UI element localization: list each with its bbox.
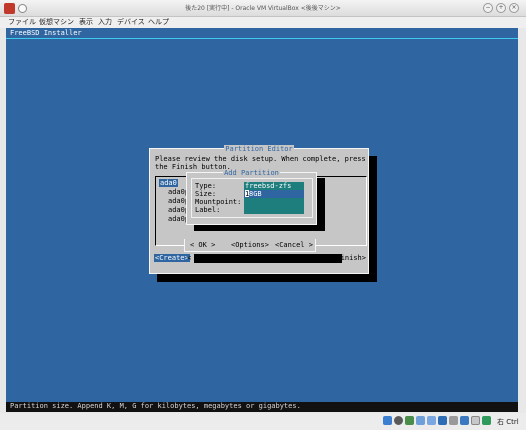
editor-title: Partition Editor	[224, 145, 294, 153]
host-key-indicator: 右 Ctrl	[497, 418, 519, 426]
add-partition-form: Type: freebsd-zfs Size: 18GB Mountpoint:…	[191, 178, 313, 218]
display-icon[interactable]	[449, 416, 458, 425]
next-button-bracket[interactable]: <	[187, 254, 191, 262]
hard-disk-icon[interactable]	[383, 416, 392, 425]
add-partition-title: Add Partition	[223, 169, 280, 177]
usb-icon[interactable]	[427, 416, 436, 425]
editor-button-row: <Create> < inish>	[154, 254, 366, 264]
installer-backtitle: FreeBSD Installer	[10, 29, 82, 37]
ok-button[interactable]: < OK >	[190, 241, 215, 249]
menu-bar: ファイル 仮想マシン 表示 入力 デバイス ヘルプ	[0, 17, 526, 28]
size-label: Size:	[195, 190, 217, 198]
audio-icon[interactable]	[405, 416, 414, 425]
label-field[interactable]	[244, 206, 304, 214]
covered-buttons	[194, 254, 342, 263]
menu-machine[interactable]: 仮想マシン	[39, 17, 74, 28]
menu-devices[interactable]: デバイス	[117, 17, 145, 28]
installer-status-line: Partition size. Append K, M, G for kilob…	[6, 402, 518, 412]
optical-drive-icon[interactable]	[394, 416, 403, 425]
vm-status-bar: 右 Ctrl	[0, 413, 526, 430]
backtitle-divider	[6, 38, 518, 39]
mouse-integration-icon[interactable]	[482, 416, 491, 425]
disk-item[interactable]: ada0	[159, 179, 178, 187]
type-label: Type:	[195, 182, 217, 190]
menu-help[interactable]: ヘルプ	[148, 17, 169, 28]
window-titlebar: 後た20 [実行中] - Oracle VM VirtualBox <後後マシン…	[0, 0, 526, 17]
menu-view[interactable]: 表示	[79, 17, 93, 28]
add-partition-dialog: Add Partition Type: freebsd-zfs Size: 18…	[186, 169, 317, 225]
label-label: Label:	[195, 206, 221, 214]
menu-file[interactable]: ファイル	[8, 17, 36, 28]
options-button[interactable]: <Options>	[231, 241, 269, 249]
network-icon[interactable]	[416, 416, 425, 425]
mountpoint-field[interactable]	[244, 198, 304, 206]
maximize-icon[interactable]: +	[496, 3, 506, 13]
cancel-button[interactable]: <Cancel >	[275, 241, 313, 249]
finish-button[interactable]: inish>	[341, 254, 366, 262]
vm-screen[interactable]: FreeBSD Installer Partition Editor Pleas…	[6, 28, 518, 412]
cpu-icon[interactable]	[471, 416, 480, 425]
recording-icon[interactable]	[460, 416, 469, 425]
add-partition-buttons: < OK > <Options> <Cancel >	[184, 239, 316, 252]
shared-folder-icon[interactable]	[438, 416, 447, 425]
size-field[interactable]: 18GB	[244, 190, 304, 198]
minimize-icon[interactable]: −	[483, 3, 493, 13]
create-button[interactable]: <Create>	[154, 254, 190, 262]
menu-input[interactable]: 入力	[98, 17, 112, 28]
type-field[interactable]: freebsd-zfs	[244, 182, 304, 190]
mountpoint-label: Mountpoint:	[195, 198, 242, 206]
window-title: 後た20 [実行中] - Oracle VM VirtualBox <後後マシン…	[185, 5, 341, 12]
close-icon[interactable]: ×	[509, 3, 519, 13]
